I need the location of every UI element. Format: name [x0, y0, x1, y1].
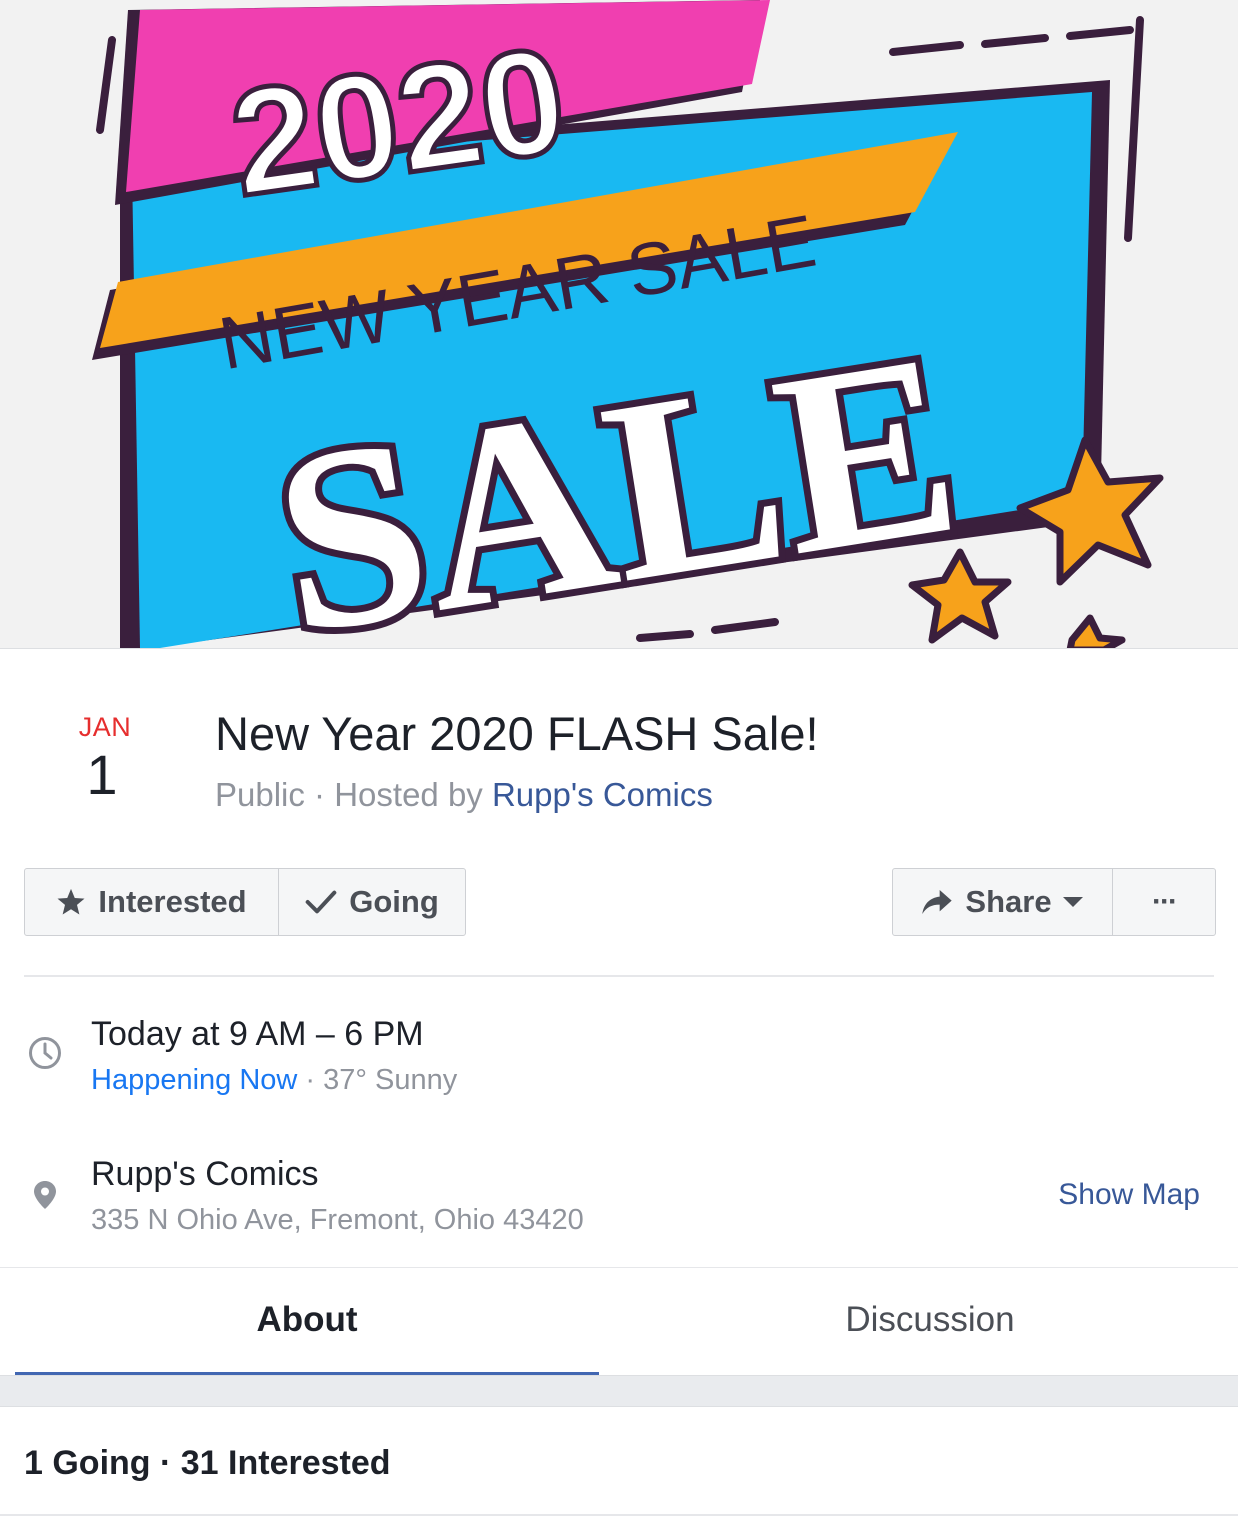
caret-down-icon	[1062, 895, 1084, 909]
event-title: New Year 2020 FLASH Sale!	[215, 707, 819, 760]
happening-now-label: Happening Now	[91, 1064, 298, 1096]
event-month: JAN	[78, 712, 132, 742]
going-button[interactable]: Going	[278, 869, 465, 935]
share-arrow-icon	[921, 888, 953, 916]
sale-graphic: 2020 NEW YEAR SALE SALE	[92, 0, 1164, 648]
event-subtitle: Public · Hosted by Rupp's Comics	[215, 776, 713, 814]
separator-dot: ·	[304, 776, 335, 813]
share-label: Share	[965, 884, 1052, 919]
clock-icon	[28, 1036, 62, 1070]
more-options-button[interactable]: ···	[1112, 869, 1215, 935]
weather-label: 37° Sunny	[323, 1064, 458, 1096]
rsvp-button-group: Interested Going	[24, 868, 466, 936]
section-divider	[0, 1514, 1238, 1516]
hosted-by-label: Hosted by	[334, 776, 492, 813]
section-separator	[0, 1375, 1238, 1407]
event-cover-image: 2020 NEW YEAR SALE SALE	[0, 0, 1238, 649]
separator-dot: ·	[297, 1064, 324, 1096]
more-options-icon: ···	[1152, 885, 1178, 918]
event-privacy: Public	[215, 776, 305, 813]
check-icon	[305, 888, 337, 916]
event-status: Happening Now · 37° Sunny	[91, 1064, 457, 1097]
location-address: 335 N Ohio Ave, Fremont, Ohio 43420	[91, 1204, 584, 1236]
event-day: 1	[86, 743, 118, 806]
attendance-stats[interactable]: 1 Going · 31 Interested	[24, 1444, 391, 1483]
show-map-link[interactable]: Show Map	[1058, 1178, 1200, 1212]
event-tabs: About Discussion	[0, 1267, 1238, 1377]
going-label: Going	[349, 884, 439, 919]
star-icon	[56, 887, 86, 917]
share-button-group: Share ···	[892, 868, 1216, 936]
interested-button[interactable]: Interested	[25, 869, 278, 935]
section-divider	[24, 975, 1214, 977]
interested-label: Interested	[98, 884, 247, 919]
tab-about[interactable]: About	[15, 1268, 599, 1377]
tab-discussion[interactable]: Discussion	[622, 1268, 1238, 1372]
host-link[interactable]: Rupp's Comics	[492, 776, 713, 813]
share-button[interactable]: Share	[893, 869, 1112, 935]
location-name[interactable]: Rupp's Comics	[91, 1155, 319, 1194]
event-time: Today at 9 AM – 6 PM	[91, 1015, 424, 1053]
event-date: JAN 1	[40, 712, 170, 803]
map-pin-icon	[28, 1178, 62, 1212]
